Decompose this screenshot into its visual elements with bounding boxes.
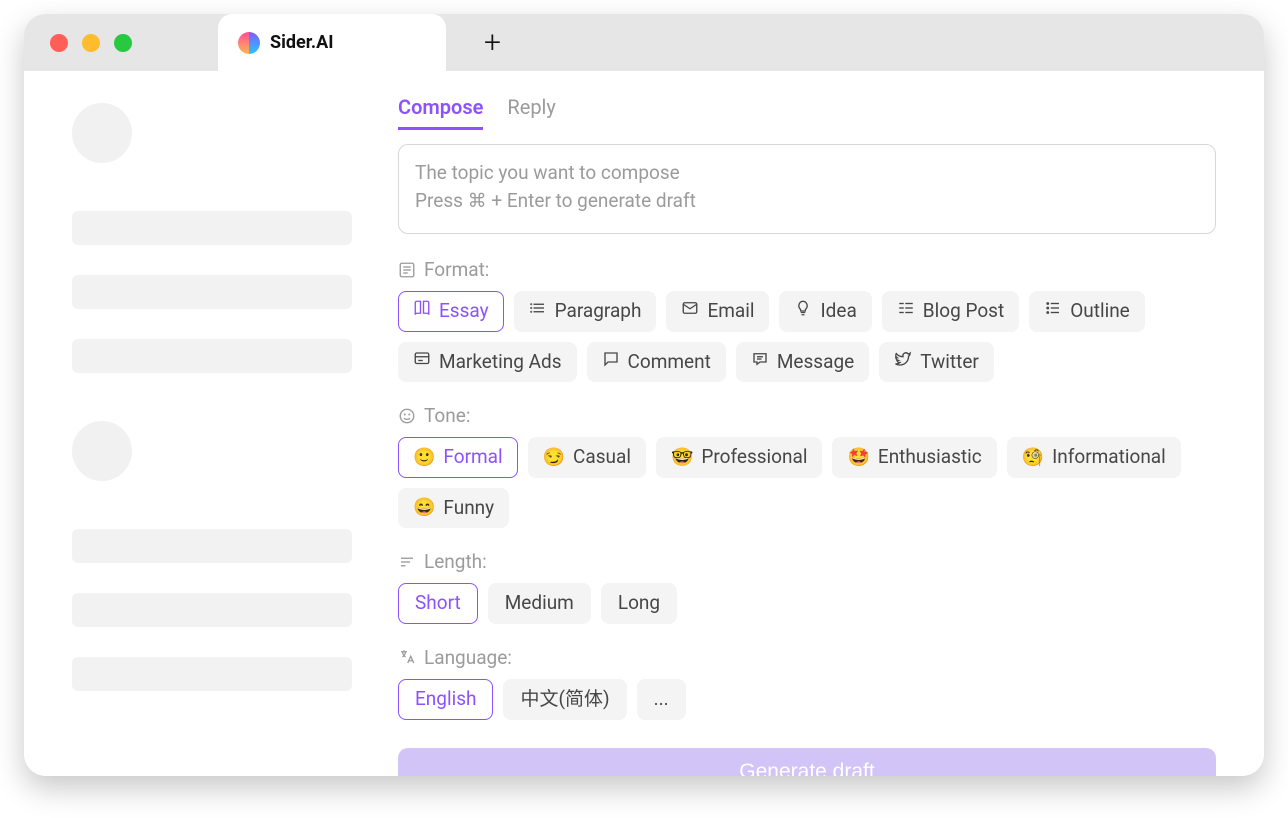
sider-logo-icon [238, 32, 260, 54]
minimize-window-button[interactable] [82, 34, 100, 52]
titlebar: Sider.AI + [24, 14, 1264, 71]
tone-emoji: 😏 [543, 445, 565, 470]
browser-tab[interactable]: Sider.AI [218, 14, 446, 71]
sidebar-item-placeholder [72, 211, 352, 245]
format-label: Format: [398, 258, 1216, 281]
twitter-icon [894, 349, 912, 376]
generate-draft-button[interactable]: Generate draft [398, 748, 1216, 776]
maximize-window-button[interactable] [114, 34, 132, 52]
format-options: Essay Paragraph Email Idea Blog Post Outline M… [398, 291, 1216, 382]
option-label: Informational [1052, 444, 1166, 471]
language-option--[interactable]: 中文(简体) [503, 679, 626, 720]
option-label: Twitter [920, 349, 979, 376]
sidebar-item-placeholder [72, 275, 352, 309]
option-label: ... [654, 686, 669, 713]
length-icon [398, 553, 416, 571]
option-label: Outline [1070, 298, 1130, 325]
tone-emoji: 😄 [413, 495, 435, 520]
tone-emoji: 🙂 [413, 445, 435, 470]
topic-input[interactable] [398, 144, 1216, 234]
tone-option-enthusiastic[interactable]: 🤩 Enthusiastic [832, 437, 996, 478]
length-options: Short Medium Long [398, 583, 1216, 624]
ads-icon [413, 349, 431, 376]
format-option-message[interactable]: Message [736, 342, 869, 383]
length-option-short[interactable]: Short [398, 583, 478, 624]
close-window-button[interactable] [50, 34, 68, 52]
length-option-medium[interactable]: Medium [488, 583, 591, 624]
outline-icon [1044, 298, 1062, 325]
mode-tabs: Compose Reply [398, 95, 1216, 130]
avatar-placeholder [72, 103, 132, 163]
length-option-long[interactable]: Long [601, 583, 677, 624]
format-option-idea[interactable]: Idea [779, 291, 871, 332]
format-option-paragraph[interactable]: Paragraph [514, 291, 657, 332]
book-icon [413, 298, 431, 325]
window-controls [50, 34, 132, 52]
option-label: Blog Post [923, 298, 1004, 325]
list-icon [529, 298, 547, 325]
option-label: Casual [573, 444, 631, 471]
option-label: Medium [505, 590, 574, 617]
option-label: Paragraph [555, 298, 642, 325]
option-label: Funny [443, 495, 494, 522]
tone-emoji: 🤓 [671, 445, 693, 470]
format-option-twitter[interactable]: Twitter [879, 342, 994, 383]
mail-icon [681, 298, 699, 325]
format-option-email[interactable]: Email [666, 291, 769, 332]
tab-compose[interactable]: Compose [398, 95, 483, 130]
avatar-placeholder [72, 421, 132, 481]
compose-panel: Compose Reply Format: Essay Paragraph Emai… [382, 71, 1264, 776]
tone-emoji: 🤩 [847, 445, 869, 470]
sidebar [24, 71, 382, 776]
length-label: Length: [398, 550, 1216, 573]
app-window: Sider.AI + Compose Reply [24, 14, 1264, 776]
sidebar-item-placeholder [72, 339, 352, 373]
option-label: Idea [820, 298, 856, 325]
format-option-blog-post[interactable]: Blog Post [882, 291, 1019, 332]
option-label: Long [618, 590, 660, 617]
format-option-outline[interactable]: Outline [1029, 291, 1145, 332]
list-box-icon [398, 261, 416, 279]
tone-options: 🙂 Formal 😏 Casual 🤓 Professional 🤩 Enthusiastic… [398, 437, 1216, 528]
language-option-english[interactable]: English [398, 679, 493, 720]
option-label: Marketing Ads [439, 349, 562, 376]
option-label: Essay [439, 298, 489, 325]
option-label: Enthusiastic [878, 444, 982, 471]
tone-option-casual[interactable]: 😏 Casual [528, 437, 646, 478]
sidebar-item-placeholder [72, 529, 352, 563]
option-label: Formal [443, 444, 502, 471]
blog-icon [897, 298, 915, 325]
tone-emoji: 🧐 [1022, 445, 1044, 470]
language-label: Language: [398, 646, 1216, 669]
lightbulb-icon [794, 298, 812, 325]
option-label: Professional [701, 444, 807, 471]
tone-label: Tone: [398, 404, 1216, 427]
new-tab-button[interactable]: + [484, 28, 501, 58]
app-body: Compose Reply Format: Essay Paragraph Emai… [24, 71, 1264, 776]
tone-option-professional[interactable]: 🤓 Professional [656, 437, 822, 478]
face-icon [398, 407, 416, 425]
tone-option-informational[interactable]: 🧐 Informational [1007, 437, 1181, 478]
tab-reply[interactable]: Reply [507, 95, 556, 130]
comment-icon [602, 349, 620, 376]
message-icon [751, 349, 769, 376]
language-options: English 中文(简体)... [398, 679, 1216, 720]
option-label: Email [707, 298, 754, 325]
option-label: Message [777, 349, 854, 376]
tab-title: Sider.AI [270, 32, 334, 53]
option-label: 中文(简体) [520, 686, 609, 713]
sidebar-item-placeholder [72, 593, 352, 627]
option-label: Short [415, 590, 461, 617]
tone-option-formal[interactable]: 🙂 Formal [398, 437, 518, 478]
tone-option-funny[interactable]: 😄 Funny [398, 488, 509, 529]
format-option-essay[interactable]: Essay [398, 291, 504, 332]
option-label: Comment [628, 349, 711, 376]
sidebar-item-placeholder [72, 657, 352, 691]
language-option--[interactable]: ... [637, 679, 686, 720]
translate-icon [398, 648, 416, 666]
format-option-marketing-ads[interactable]: Marketing Ads [398, 342, 577, 383]
option-label: English [415, 686, 476, 713]
format-option-comment[interactable]: Comment [587, 342, 726, 383]
